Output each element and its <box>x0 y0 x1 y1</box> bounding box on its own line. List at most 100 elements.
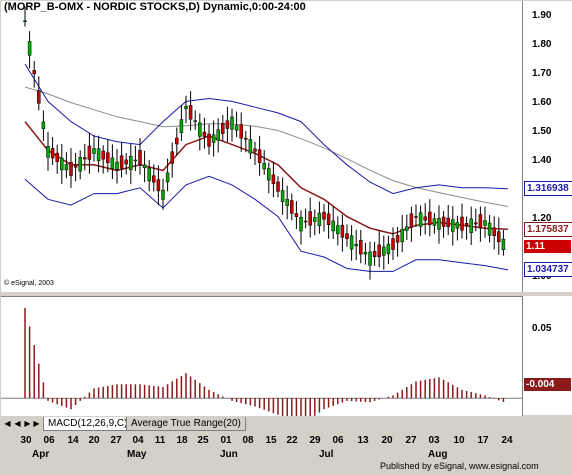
candle-body <box>156 179 161 192</box>
candle-body <box>276 181 280 192</box>
candle-body <box>451 219 455 232</box>
candle-body <box>129 155 133 171</box>
month-label: Aug <box>428 449 448 460</box>
candle-body <box>138 150 142 165</box>
candle-body <box>188 105 193 120</box>
candle-body <box>221 122 225 134</box>
candle-body <box>253 148 257 152</box>
date-tick: 24 <box>501 435 513 446</box>
candle-body <box>386 243 391 255</box>
middle-band-line <box>24 121 509 235</box>
candle-body <box>299 216 303 232</box>
candle-body <box>161 189 165 200</box>
candle-body <box>354 243 358 247</box>
candle-body <box>469 218 473 234</box>
tab-last-icon[interactable]: ▶ <box>32 418 41 429</box>
publisher-footer: Published by eSignal, www.esignal.com <box>380 461 539 471</box>
candle-body <box>478 214 483 229</box>
candle-body <box>336 225 340 235</box>
tab-average-true-range[interactable]: Average True Range(20) <box>126 417 246 431</box>
tab-next-icon[interactable]: ▶ <box>23 418 32 429</box>
candle-body <box>184 105 188 110</box>
candle-body <box>317 212 322 226</box>
candle-body <box>492 227 496 236</box>
candle-body <box>455 222 460 229</box>
price-axis[interactable]: 1.90 1.80 1.70 1.60 1.50 1.40 1.20 1.00 … <box>523 1 572 292</box>
macd-panel[interactable] <box>1 296 523 426</box>
candle-body <box>294 213 299 217</box>
candle-body <box>257 149 262 164</box>
date-tick: 20 <box>88 435 100 446</box>
candle-body <box>280 190 285 203</box>
month-label: Jul <box>319 449 334 460</box>
candle-body <box>313 217 317 222</box>
candle-body <box>395 235 400 243</box>
candle-body <box>124 159 128 165</box>
candle-body <box>133 159 138 162</box>
candle-body <box>326 213 331 225</box>
date-tick: 06 <box>332 435 344 446</box>
candle-body <box>230 116 234 130</box>
tab-macd[interactable]: MACD(12,26,9,C) <box>43 417 133 431</box>
candle-body <box>418 212 423 227</box>
month-label: Jun <box>220 449 238 460</box>
candle-body <box>409 213 414 228</box>
candle-body <box>483 220 487 226</box>
macd-chart-svg <box>1 307 522 426</box>
candle-body <box>119 155 124 169</box>
date-tick: 03 <box>428 435 440 446</box>
candle-body <box>211 134 216 143</box>
price-chart-panel[interactable] <box>1 1 523 292</box>
candle-body <box>501 238 506 250</box>
candle-body <box>303 220 308 223</box>
candle-body <box>432 218 437 226</box>
candle-body <box>202 131 207 137</box>
candle-body <box>78 157 82 172</box>
date-tick: 30 <box>20 435 32 446</box>
candle-body <box>142 164 147 169</box>
candle-body <box>377 244 381 258</box>
candle-body <box>423 216 427 221</box>
date-tick: 29 <box>309 435 321 446</box>
candle-body <box>115 161 119 170</box>
month-label: May <box>127 449 147 460</box>
lower-band-label: 1.034737 <box>524 262 572 277</box>
date-tick: 15 <box>265 435 277 446</box>
tab-prev-icon[interactable]: ◀ <box>13 418 22 429</box>
price-tick: 1.70 <box>532 68 552 79</box>
candle-body <box>27 41 32 56</box>
macd-axis[interactable]: 0.05 -0.004 <box>523 296 572 415</box>
date-tick: 11 <box>154 435 166 446</box>
candle-body <box>234 125 239 131</box>
copyright-text: © eSignal, 2003 <box>4 280 54 287</box>
candle-body <box>55 152 59 162</box>
candle-body <box>96 148 101 162</box>
candle-body <box>308 211 312 226</box>
candle-body <box>198 122 202 137</box>
candle-body <box>152 175 156 183</box>
candle-body <box>69 161 73 176</box>
candle-body <box>359 240 363 255</box>
date-tick: 20 <box>381 435 393 446</box>
date-tick: 18 <box>176 435 188 446</box>
study-tabs: ◀ ◀ ▶ ▶ MACD(12,26,9,C) Average True Ran… <box>1 416 522 432</box>
candle-body <box>248 139 253 154</box>
price-tick: 1.80 <box>532 39 552 50</box>
price-tick: 1.60 <box>532 97 552 108</box>
candle-body <box>345 233 349 239</box>
candle-body <box>262 162 266 170</box>
chart-title: (MORP_B-OMX - NORDIC STOCKS,D) Dynamic,0… <box>4 1 306 13</box>
candle-body <box>23 20 27 23</box>
candle-body <box>340 224 345 238</box>
price-tick: 1.50 <box>532 126 552 137</box>
date-tick: 08 <box>242 435 254 446</box>
candle-body <box>363 251 368 255</box>
candle-body <box>267 168 271 181</box>
candle-body <box>101 150 105 160</box>
candle-body <box>331 220 335 232</box>
candle-body <box>368 251 372 266</box>
candle-body <box>400 228 404 243</box>
tab-first-icon[interactable]: ◀ <box>3 418 12 429</box>
macd-last-label: -0.004 <box>524 378 571 391</box>
candle-body <box>487 222 492 236</box>
